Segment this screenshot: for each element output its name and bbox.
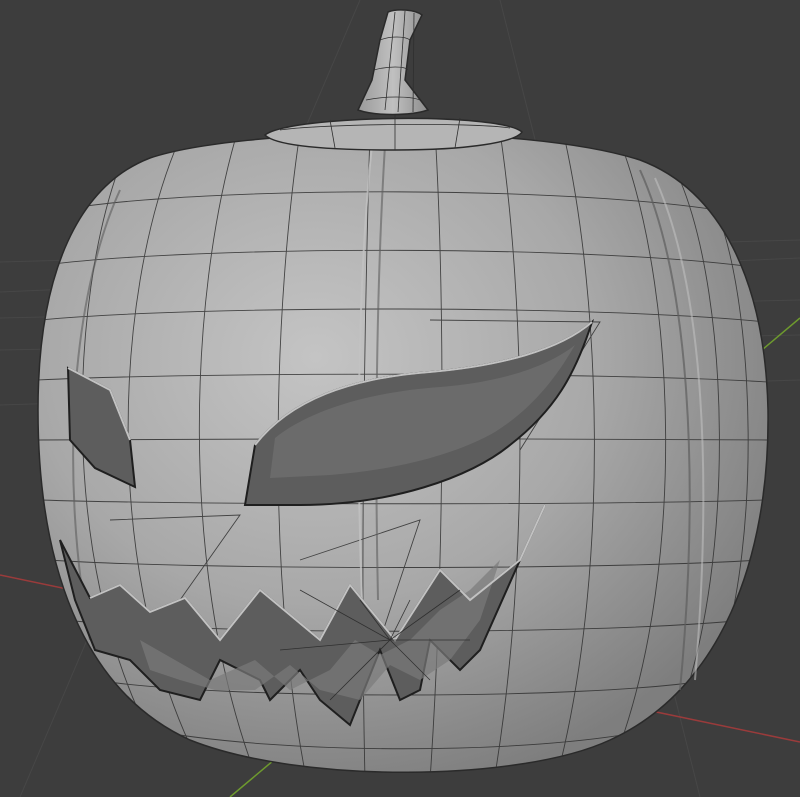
3d-viewport[interactable] <box>0 0 800 797</box>
pumpkin-top-cap <box>263 117 523 151</box>
viewport-canvas[interactable] <box>0 0 800 797</box>
pumpkin-mesh[interactable] <box>37 9 769 780</box>
